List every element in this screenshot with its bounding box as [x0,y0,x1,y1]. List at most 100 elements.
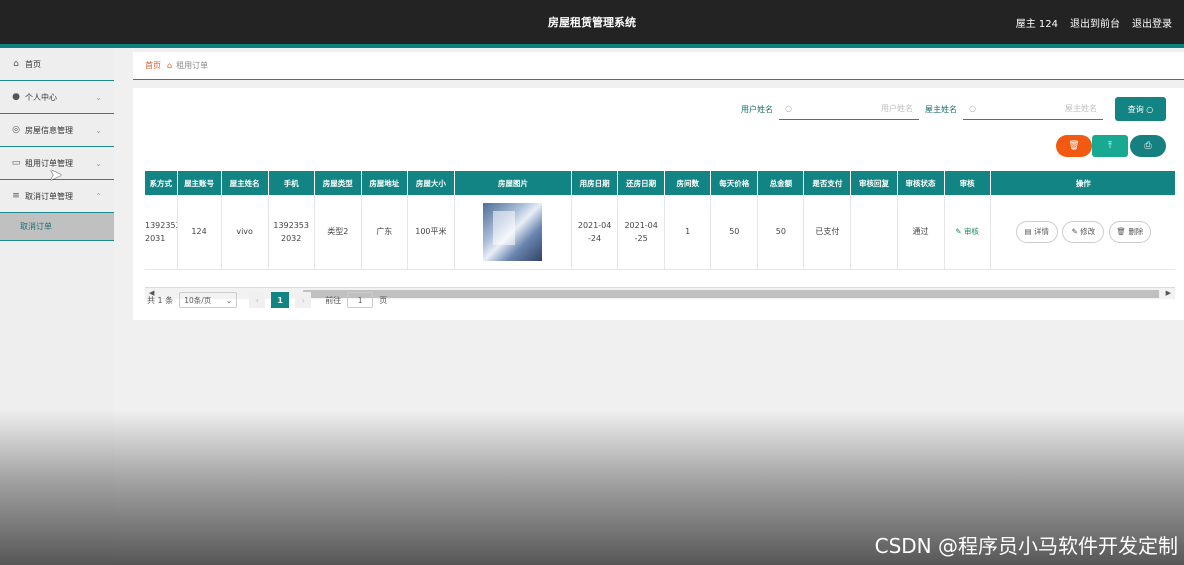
owner-name-search-input[interactable]: ○ 屋主姓名 [963,98,1103,120]
next-page-button[interactable]: › [295,292,312,308]
chevron-down-icon: ⌄ [95,125,102,135]
app-title: 房屋租赁管理系统 [548,16,636,29]
chevron-up-icon: ⌃ [95,191,102,201]
current-user: 屋主 124 [1015,19,1058,30]
page-size-select[interactable]: 10条/页 ⌄ [179,292,238,308]
detail-button[interactable]: ▤ 详情 [1015,220,1058,243]
mouse-cursor-icon: ➤ [49,165,63,184]
message-icon: ▭ [11,158,21,168]
upload-icon: ⤒ [1108,141,1112,151]
col-header: 还房日期 [617,171,666,195]
breadcrumb-current: 租用订单 [176,61,209,70]
cell-owner-account: 124 [177,195,222,270]
breadcrumb-home[interactable]: 首页 [145,60,161,71]
col-header: 屋主姓名 [221,171,269,195]
cell-status: 通过 [897,195,945,270]
front-page-link[interactable]: 退出到前台 [1070,15,1120,30]
header-links: 屋主 124 退出到前台 退出登录 [1016,15,1172,30]
home-icon: ⌂ [13,59,19,69]
col-header: 每天价格 [710,171,759,195]
print-icon: ⎙ [1144,141,1152,151]
edit-button[interactable]: ✎ 修改 [1062,220,1105,243]
sidebar-item-label: 取消订单管理 [25,191,73,201]
col-header: 审核 [944,171,991,195]
globe-icon: ◎ [12,125,20,135]
breadcrumb: 首页 ⌂ 租用订单 [133,52,1184,80]
owner-name-placeholder: 屋主姓名 [1065,104,1097,113]
col-header: 审核状态 [897,171,945,195]
cell-house-type: 类型2 [314,195,362,270]
doc-icon: ▤ [1024,226,1032,236]
goto-suffix: 页 [379,295,388,305]
cell-owner-name: vivo [221,195,269,270]
sidebar-item-label: 首页 [25,59,41,69]
trash-icon: 🗑 [1068,141,1080,151]
logout-link[interactable]: 退出登录 [1132,15,1172,30]
pagination: 共 1 条 10条/页 ⌄ ‹ 1 › 前往 1 页 [147,292,387,308]
cell-end-date: 2021-04 -25 [617,195,666,270]
sidebar-item-house-info[interactable]: ◎ 房屋信息管理 ⌄ [0,114,114,147]
username-placeholder: 用户姓名 [881,104,913,113]
search-icon: ○ [1146,104,1154,114]
username-label: 用户姓名 [741,104,773,114]
table-row[interactable]: 1392353 2031 124 vivo 1392353 2032 类型2 广… [145,195,1175,270]
col-header: 手机 [268,171,315,195]
col-header: 用房日期 [571,171,619,195]
cell-reply [850,195,898,270]
owner-name-label: 屋主姓名 [925,104,957,114]
chevron-down-icon: ⌄ [95,92,102,102]
col-header: 房屋类型 [314,171,362,195]
sidebar: ⌂ 首页 ● 个人中心 ⌄ ◎ 房屋信息管理 ⌄ ▭ 租用订单管理 ⌄ ≡ 取消… [0,48,114,565]
col-header: 房屋地址 [361,171,408,195]
sidebar-item-cancel-orders[interactable]: ≡ 取消订单管理 ⌃ [0,180,114,213]
search-icon: ○ [785,104,792,113]
scroll-right-icon[interactable]: ▶ [1166,289,1171,297]
cell-audit: ✎ 审核 [944,195,991,270]
delete-button[interactable]: 🗑 [1056,135,1092,157]
page-size-value: 10条/页 [184,295,212,305]
upload-button[interactable]: ⤒ [1092,135,1128,157]
chevron-down-icon: ⌄ [95,158,102,168]
user-icon: ● [12,92,20,102]
sidebar-item-label: 个人中心 [25,92,57,102]
goto-label: 前往 [325,295,342,305]
list-icon: ≡ [12,191,20,201]
cell-operations: ▤ 详情 ✎ 修改 🗑 删除 [990,195,1175,270]
prev-page-button[interactable]: ‹ [249,292,266,308]
watermark: CSDN @程序员小马软件开发定制 [874,534,1178,558]
cell-rooms: 1 [664,195,712,270]
chevron-down-icon: ⌄ [225,295,233,305]
detail-label: 详情 [1034,226,1049,236]
cell-start-date: 2021-04 -24 [571,195,619,270]
col-header: 系方式 [145,171,178,195]
search-button-label: 查询 [1127,104,1144,114]
house-icon: ⌂ [167,61,173,70]
search-bar: 用户姓名 ○ 用户姓名 屋主姓名 ○ 屋主姓名 查询 ○ [741,97,1166,121]
top-header: 房屋租赁管理系统 屋主 124 退出到前台 退出登录 [0,0,1184,44]
goto-page-input[interactable]: 1 [347,292,374,308]
sidebar-item-home[interactable]: ⌂ 首页 [0,48,114,81]
col-header: 是否支付 [803,171,852,195]
content-panel: 用户姓名 ○ 用户姓名 屋主姓名 ○ 屋主姓名 查询 ○ 🗑 ⤒ ⎙ 系方式 屋… [133,88,1184,320]
audit-label: 审核 [963,227,979,237]
cell-phone: 1392353 2032 [268,195,315,270]
scrollbar-thumb[interactable] [303,290,1159,298]
cell-daily-price: 50 [710,195,759,270]
total-count: 共 1 条 [147,295,174,305]
col-header: 屋主账号 [177,171,222,195]
audit-link[interactable]: ✎ 审核 [955,227,979,236]
search-button[interactable]: 查询 ○ [1115,97,1166,121]
delete-row-button[interactable]: 🗑 删除 [1108,220,1151,243]
edit-label: 修改 [1080,226,1096,236]
cell-house-image [454,195,573,270]
edit-icon: ✎ [1071,226,1078,236]
sidebar-subitem-cancel-order[interactable]: 取消订单 [0,213,114,241]
print-button[interactable]: ⎙ [1130,135,1166,157]
col-header: 房屋图片 [454,171,573,195]
edit-icon: ✎ [955,227,962,237]
username-search-input[interactable]: ○ 用户姓名 [779,98,919,120]
sidebar-item-profile[interactable]: ● 个人中心 ⌄ [0,81,114,114]
table-header-row: 系方式 屋主账号 屋主姓名 手机 房屋类型 房屋地址 房屋大小 房屋图片 用房日… [145,171,1175,195]
search-icon: ○ [969,104,976,113]
page-number-current[interactable]: 1 [271,292,290,308]
